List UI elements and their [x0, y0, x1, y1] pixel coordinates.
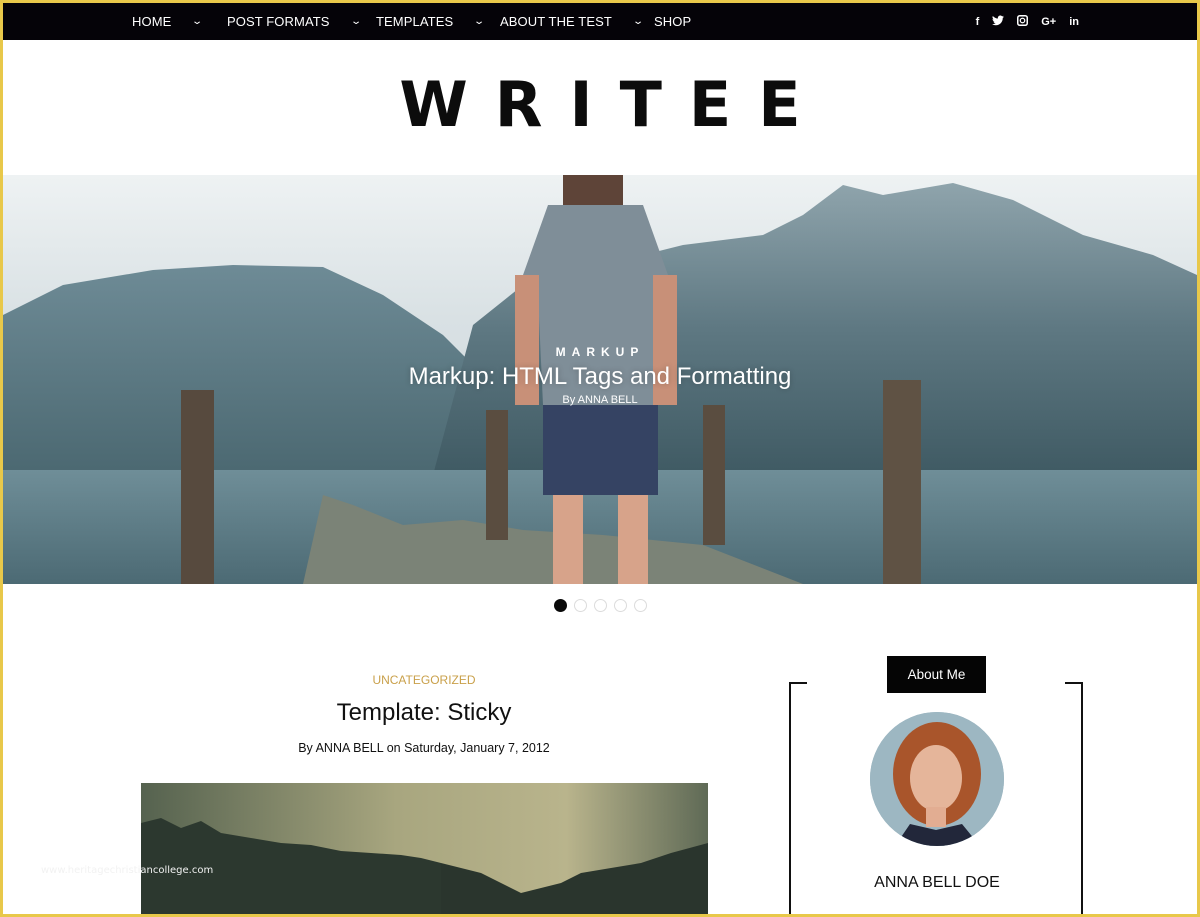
linkedin-icon[interactable]: in: [1069, 16, 1079, 28]
about-me-widget-title: About Me: [887, 656, 986, 693]
instagram-icon[interactable]: [1017, 14, 1029, 29]
slider-dot-2[interactable]: [574, 599, 587, 612]
slider-pagination: [554, 599, 647, 612]
site-logo[interactable]: WRITEE: [3, 68, 1197, 141]
chevron-down-icon[interactable]: ⌄: [350, 16, 362, 27]
nav-item-label: ABOUT THE TEST: [500, 14, 612, 29]
nav-item-label: SHOP: [654, 14, 692, 29]
author-avatar: [870, 712, 1004, 846]
nav-item-label: POST FORMATS: [227, 14, 330, 29]
nav-item-shop[interactable]: SHOP: [654, 14, 691, 29]
hero-title[interactable]: Markup: HTML Tags and Formatting: [3, 363, 1197, 391]
author-name: ANNA BELL DOE: [874, 874, 1000, 891]
nav-item-about-the-test[interactable]: ABOUT THE TEST ⌄: [500, 14, 654, 29]
page-frame: HOME ⌄ POST FORMATS ⌄ TEMPLATES ⌄ ABOUT …: [3, 3, 1197, 914]
twitter-icon[interactable]: [992, 15, 1005, 29]
nav-item-templates[interactable]: TEMPLATES ⌄: [376, 14, 500, 29]
post-category[interactable]: UNCATEGORIZED: [140, 673, 708, 687]
hero-byline[interactable]: By ANNA BELL: [3, 394, 1197, 406]
slider-dot-3[interactable]: [594, 599, 607, 612]
chevron-down-icon[interactable]: ⌄: [474, 16, 486, 27]
forest-image: [141, 783, 708, 914]
slider-dot-4[interactable]: [614, 599, 627, 612]
chevron-down-icon[interactable]: ⌄: [192, 16, 204, 27]
hero-category[interactable]: MARKUP: [3, 345, 1197, 359]
watermark-text: www.heritagechristiancollege.com: [41, 865, 214, 876]
top-navigation-bar: HOME ⌄ POST FORMATS ⌄ TEMPLATES ⌄ ABOUT …: [3, 3, 1197, 40]
slider-dot-1[interactable]: [554, 599, 567, 612]
post-meta: By ANNA BELL on Saturday, January 7, 201…: [298, 741, 550, 755]
chevron-down-icon[interactable]: ⌄: [632, 16, 644, 27]
post-featured-image[interactable]: [141, 783, 708, 914]
hero-caption: MARKUP Markup: HTML Tags and Formatting …: [3, 345, 1197, 406]
nav-item-label: TEMPLATES: [376, 14, 454, 29]
post-title[interactable]: Template: Sticky: [140, 699, 708, 727]
facebook-icon[interactable]: f: [976, 16, 980, 28]
nav-item-home[interactable]: HOME ⌄: [132, 14, 227, 29]
nav-item-post-formats[interactable]: POST FORMATS ⌄: [227, 14, 376, 29]
google-plus-icon[interactable]: G+: [1041, 16, 1056, 28]
main-menu: HOME ⌄ POST FORMATS ⌄ TEMPLATES ⌄ ABOUT …: [132, 3, 691, 40]
featured-slider[interactable]: MARKUP Markup: HTML Tags and Formatting …: [3, 175, 1197, 584]
social-links: f G+ in: [976, 3, 1079, 40]
slider-dot-5[interactable]: [634, 599, 647, 612]
nav-item-label: HOME: [132, 14, 172, 29]
